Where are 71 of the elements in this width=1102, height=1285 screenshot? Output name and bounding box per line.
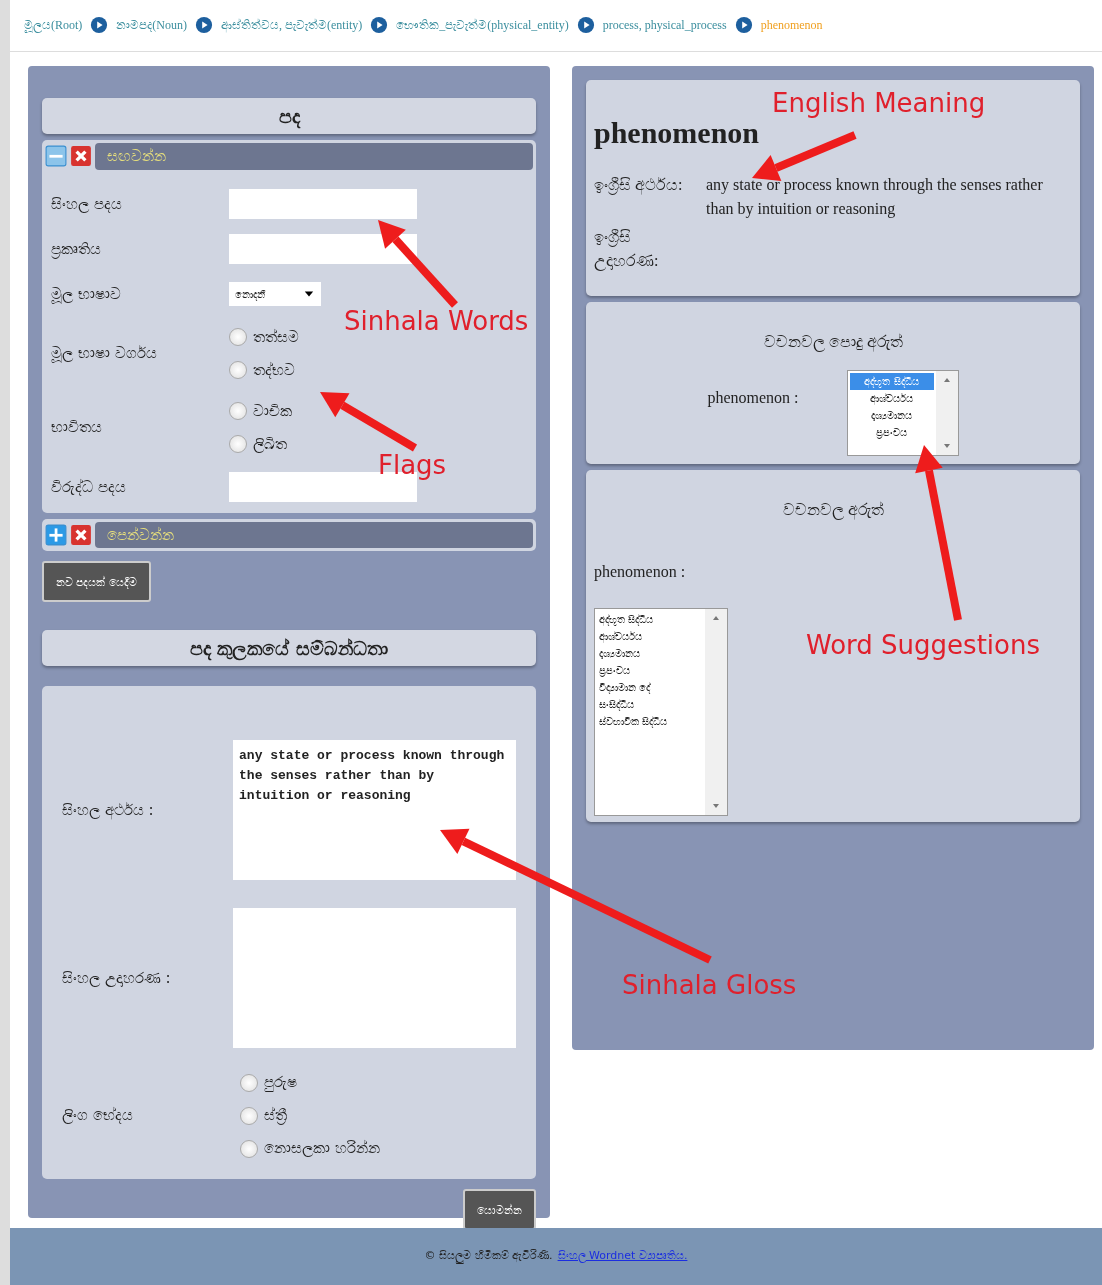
field-label: සිංහල පදය <box>51 193 123 215</box>
radio-label: ලිඛිත <box>253 433 287 455</box>
field-label: භාවිතය <box>51 417 103 439</box>
word-label: phenomenon : <box>594 561 687 583</box>
annotation-label: English Meaning <box>772 90 986 116</box>
add-word-button[interactable]: නව පදයක් යෙදීම <box>42 561 151 602</box>
radio-button[interactable] <box>240 1073 258 1092</box>
breadcrumb-link[interactable]: process, physical_process <box>602 16 727 35</box>
list-box[interactable]: අද්භූත සිද්ධිය ආශ්චර්යය දෘශ්‍යමානය ප්‍රපංචය <box>846 369 959 456</box>
list-item[interactable]: සංසිද්ධිය <box>597 695 703 713</box>
list-item[interactable]: දෘශ්‍යමානය <box>849 406 934 424</box>
list-item[interactable]: අද්භූත සිද්ධිය <box>597 610 703 628</box>
word-heading: phenomenon <box>594 114 761 151</box>
copyright-text: © සියලුම හිමිකම් ඇවිරිණි. <box>424 1248 553 1265</box>
list-item[interactable]: ස්වභාවික සිද්ධිය <box>597 712 703 730</box>
breadcrumb-link[interactable]: ආස්තිත්වය, පැවැත්ම(entity) <box>221 16 363 35</box>
radio-label: තද්භව <box>253 359 295 381</box>
submit-button[interactable]: යොමන්න <box>463 1189 536 1230</box>
annotation-label: Word Suggestions <box>806 632 1040 658</box>
field-label: ප්‍රකෘතිය <box>51 238 102 261</box>
breadcrumb-link[interactable]: භෞතික_පැවැත්ම(physical_entity) <box>396 16 569 35</box>
radio-button[interactable] <box>229 328 247 347</box>
field-label: විරුද්ධ පදය <box>51 476 127 498</box>
field-label: ලිංග භේදය <box>62 1105 134 1127</box>
radio-label: වාචික <box>253 400 292 422</box>
field-label: මූල භාෂා වර්ගය <box>51 343 158 365</box>
panel-header: පද <box>42 97 536 135</box>
radio-button[interactable] <box>229 361 247 380</box>
panel-header: පද කුලකයේ සම්බන්ධතා <box>42 629 536 667</box>
minus-icon[interactable] <box>45 145 67 168</box>
annotation-label: Sinhala Words <box>344 308 529 334</box>
field-label: ඉංග්‍රීසි අර්ථය: <box>594 174 684 197</box>
field-label: මූල භාෂාව <box>51 283 122 306</box>
meaning-text: any state or process known through the senses rather than by intuition or reasoning <box>706 174 1044 220</box>
list-item[interactable]: ආශ්චර්යය <box>597 627 703 645</box>
field-label: සිංහල උදාහරණ : <box>62 967 172 989</box>
radio-label: ස්ත්‍රී <box>264 1105 287 1127</box>
close-icon[interactable] <box>70 145 92 168</box>
plus-icon[interactable] <box>45 523 67 546</box>
text-area[interactable]: any state or process known through the senses rather than by intuition or reasoning <box>233 740 516 881</box>
field-label: සිංහල අර්ථය : <box>62 799 155 821</box>
play-icon <box>370 16 389 35</box>
play-icon <box>90 16 109 35</box>
list-item[interactable]: ආශ්චර්යය <box>849 389 934 407</box>
list-box[interactable]: අද්භූත සිද්ධිය ආශ්චර්යය දෘශ්‍යමානය ප්‍රපංචය විද්‍යාමාන දේ සංසිද්ධිය ස්වභාවික සිද්ධිය <box>594 607 728 816</box>
list-item[interactable]: විද්‍යාමාන දේ <box>597 678 703 696</box>
play-icon <box>734 16 753 35</box>
card-title: වචනවල පොදු අරුත් <box>762 331 904 354</box>
play-icon <box>195 16 213 35</box>
input-field[interactable] <box>229 189 417 220</box>
radio-label: නොසලකා හරින්න <box>264 1138 380 1160</box>
breadcrumb-link[interactable]: මූලය(Root) <box>24 16 83 35</box>
list-item[interactable]: දෘශ්‍යමානය <box>597 644 703 662</box>
radio-button[interactable] <box>240 1106 258 1125</box>
breadcrumb-link[interactable]: නාමපද(Noun) <box>116 16 187 35</box>
radio-button[interactable] <box>229 435 247 454</box>
input-field[interactable] <box>229 234 417 265</box>
annotation-label: Flags <box>378 452 447 478</box>
radio-label: තත්සම <box>253 326 299 348</box>
field-label: ඉංග්‍රීසි උදාහරණ: <box>594 226 660 273</box>
list-item[interactable]: ප්‍රපංචය <box>597 661 703 679</box>
word-label: phenomenon : <box>707 387 799 409</box>
radio-button[interactable] <box>240 1139 258 1158</box>
card-title: වචනවල අරුත් <box>781 499 885 522</box>
radio-button[interactable] <box>229 402 247 421</box>
close-icon[interactable] <box>70 523 92 546</box>
list-item[interactable]: ප්‍රපංචය <box>849 423 934 441</box>
annotation-label: Sinhala Gloss <box>622 972 797 998</box>
dropdown[interactable]: නොදනී <box>229 282 321 307</box>
play-icon <box>576 16 595 35</box>
radio-label: පුරුෂ <box>264 1072 297 1094</box>
